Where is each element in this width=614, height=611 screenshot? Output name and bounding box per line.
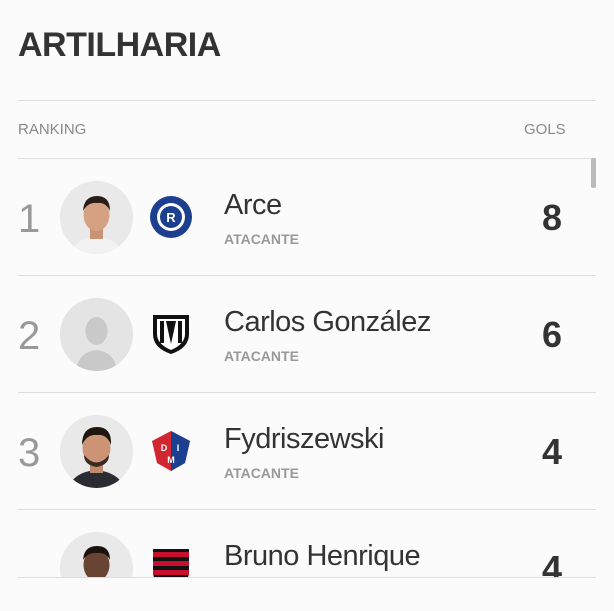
list-item[interactable]: 2 Carlos González ATACANTE 6 bbox=[18, 275, 596, 393]
list-item[interactable]: 3 D I M Fydriszewski ATACANTE 4 bbox=[18, 392, 596, 510]
goals-count: 6 bbox=[542, 314, 563, 355]
svg-text:M: M bbox=[167, 455, 175, 465]
player-avatar bbox=[60, 415, 133, 488]
goals-count: 8 bbox=[542, 197, 563, 238]
page-title: ARTILHARIA bbox=[18, 26, 221, 64]
rank-number: 3 bbox=[18, 431, 41, 475]
rank-number: 1 bbox=[18, 197, 41, 241]
scrollbar-thumb[interactable] bbox=[591, 158, 596, 188]
svg-text:I: I bbox=[177, 443, 180, 453]
divider bbox=[18, 577, 596, 578]
goals-count: 4 bbox=[542, 548, 563, 577]
rank-number: 2 bbox=[18, 314, 41, 358]
team-crest-icon bbox=[149, 312, 193, 356]
list-item[interactable]: 1 R Arce ATACANTE 8 bbox=[18, 158, 596, 276]
player-name[interactable]: Fydriszewski bbox=[224, 423, 384, 456]
column-header-goals: GOLS bbox=[524, 121, 566, 138]
svg-text:D: D bbox=[161, 443, 168, 453]
scorers-list[interactable]: 1 R Arce ATACANTE 8 2 Carlos González AT… bbox=[18, 158, 596, 577]
team-crest-icon: D I M bbox=[149, 429, 193, 473]
player-avatar bbox=[60, 181, 133, 254]
player-name[interactable]: Arce bbox=[224, 189, 282, 222]
player-position: ATACANTE bbox=[224, 465, 299, 481]
team-crest-icon bbox=[149, 546, 193, 577]
player-avatar bbox=[60, 532, 133, 577]
player-name[interactable]: Bruno Henrique bbox=[224, 540, 421, 573]
svg-text:R: R bbox=[166, 210, 176, 225]
player-position: ATACANTE bbox=[224, 231, 299, 247]
goals-count: 4 bbox=[542, 431, 563, 472]
player-name[interactable]: Carlos González bbox=[224, 306, 431, 339]
player-avatar-placeholder bbox=[60, 298, 133, 371]
team-crest-icon: R bbox=[149, 195, 193, 239]
divider bbox=[18, 100, 596, 101]
list-item[interactable]: Bruno Henrique 4 bbox=[18, 509, 596, 577]
player-position: ATACANTE bbox=[224, 348, 299, 364]
column-header-ranking: RANKING bbox=[18, 121, 87, 138]
